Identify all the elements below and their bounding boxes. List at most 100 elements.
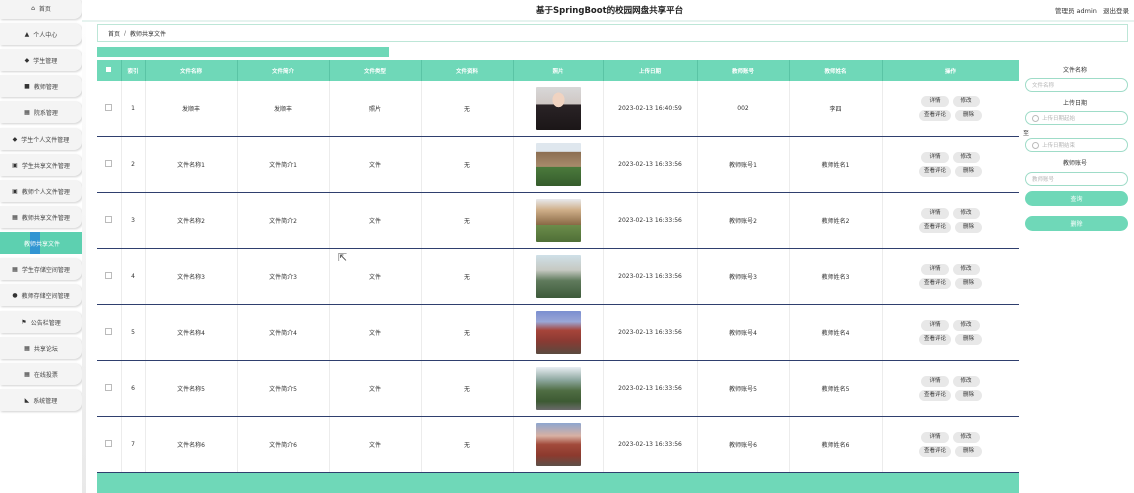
column-header: 上传日期 — [603, 60, 698, 81]
view-comments-button[interactable]: 查看评论 — [918, 110, 951, 121]
row-checkbox[interactable] — [97, 248, 122, 305]
detail-button[interactable]: 详情 — [921, 320, 949, 331]
delete-row-button[interactable]: 删除 — [955, 390, 983, 401]
action-group: 详情 修改 查看评论 删除 — [883, 208, 1019, 233]
account-input[interactable]: 教师账号 — [1025, 172, 1128, 186]
detail-button[interactable]: 详情 — [921, 432, 949, 443]
sidebar-item[interactable]: ■ 教师管理 — [0, 75, 82, 97]
view-comments-button[interactable]: 查看评论 — [918, 278, 951, 289]
sidebar-item[interactable]: ◣ 系统管理 — [0, 389, 82, 411]
delete-row-button[interactable]: 删除 — [955, 222, 983, 233]
sidebar-item[interactable]: ▦ 学生存储空间管理 — [0, 258, 82, 280]
cell-index: 7 — [121, 416, 146, 473]
query-button[interactable]: 查询 — [1025, 191, 1128, 206]
cell-file-material: 无 — [421, 136, 514, 193]
view-comments-button[interactable]: 查看评论 — [918, 222, 951, 233]
detail-button[interactable]: 详情 — [921, 208, 949, 219]
cell-file-intro: 文件简介2 — [237, 192, 330, 249]
action-group: 详情 修改 查看评论 删除 — [883, 320, 1019, 345]
table-row: 4 文件名称3 文件简介3 文件无 2023-02-13 16:33:56 教师账号3 教师… — [97, 248, 1019, 305]
photo-thumbnail[interactable] — [535, 367, 581, 410]
sidebar-item-label: 在线投票 — [33, 371, 58, 379]
edit-button[interactable]: 修改 — [952, 320, 980, 331]
date-end-input[interactable]: 上传日期结束 — [1025, 138, 1128, 152]
sidebar-item[interactable]: ▦ 院系管理 — [0, 101, 82, 123]
sidebar-item[interactable]: ▣ 学生共享文件管理 — [0, 154, 82, 176]
cell-file-material: 无 — [421, 304, 514, 361]
cell-file-name: 文件名称4 — [145, 304, 238, 361]
photo-thumbnail[interactable] — [535, 199, 581, 242]
delete-row-button[interactable]: 删除 — [955, 166, 983, 177]
cell-teacher-name: 教师姓名2 — [789, 192, 883, 249]
row-checkbox[interactable] — [97, 304, 122, 361]
edit-button[interactable]: 修改 — [952, 264, 980, 275]
edit-button[interactable]: 修改 — [952, 208, 980, 219]
edit-button[interactable]: 修改 — [952, 376, 980, 387]
sidebar: ⌂ 首页 ▲ 个人中心 ◆ 学生管理 ■ 教师管理 ▦ 院系管理 ◆ 学生个人文件管理 ▣ 学生共享文件管… — [0, 0, 84, 493]
sidebar-item[interactable]: ⌂ 首页 — [0, 0, 82, 19]
edit-button[interactable]: 修改 — [952, 432, 980, 443]
view-comments-button[interactable]: 查看评论 — [918, 166, 951, 177]
table-header-row: 索引 文件名称 文件简介 文件类型 文件资料 照片 上传日期 教师账号 教师姓名 操作 — [97, 60, 1019, 81]
detail-button[interactable]: 详情 — [921, 264, 949, 275]
sidebar-item[interactable]: 教师共享文件 — [0, 232, 84, 254]
edit-button[interactable]: 修改 — [952, 152, 980, 163]
date-start-input[interactable]: 上传日期起始 — [1025, 111, 1128, 125]
photo-thumbnail[interactable] — [535, 423, 581, 466]
checkbox-icon — [105, 328, 113, 335]
row-checkbox[interactable] — [97, 416, 122, 473]
delete-button[interactable]: 删除 — [1025, 216, 1128, 231]
sidebar-item[interactable]: ▣ 教师个人文件管理 — [0, 180, 82, 202]
photo-thumbnail[interactable] — [535, 143, 581, 186]
view-comments-button[interactable]: 查看评论 — [918, 446, 951, 457]
action-row: 查看评论 删除 — [918, 110, 983, 121]
cell-file-name: 文件名称3 — [145, 248, 238, 305]
photo-thumbnail[interactable] — [535, 87, 581, 130]
cell-teacher-account: 教师账号2 — [697, 192, 790, 249]
sidebar-item[interactable]: ▦ 在线投票 — [0, 363, 82, 385]
date-end-placeholder: 上传日期结束 — [1042, 143, 1076, 149]
sidebar-item-label: 学生个人文件管理 — [21, 136, 70, 144]
sidebar-item[interactable]: ◆ 学生个人文件管理 — [0, 128, 82, 150]
select-all-checkbox[interactable] — [97, 60, 122, 81]
table-body: 1 发顺丰 发顺丰 照片无 2023-02-13 16:40:59 002 李四 详情 修改 查看… — [97, 81, 1019, 473]
sidebar-item[interactable]: ▦ 共享论坛 — [0, 337, 82, 359]
photo-thumbnail[interactable] — [535, 255, 581, 298]
cell-actions: 详情 修改 查看评论 删除 — [882, 416, 1019, 473]
delete-row-button[interactable]: 删除 — [955, 334, 983, 345]
sidebar-item-label: 公告栏管理 — [30, 319, 61, 327]
cell-upload-date: 2023-02-13 16:33:56 — [603, 248, 698, 305]
delete-row-button[interactable]: 删除 — [955, 110, 983, 121]
action-row: 查看评论 删除 — [918, 278, 983, 289]
sidebar-item[interactable]: ● 教师存储空间管理 — [0, 284, 82, 306]
sidebar-item[interactable]: ▦ 教师共享文件管理 — [0, 206, 82, 228]
edit-button[interactable]: 修改 — [952, 96, 980, 107]
row-checkbox[interactable] — [97, 81, 122, 137]
grid-icon: ▦ — [12, 265, 18, 273]
sidebar-item-label: 首页 — [38, 5, 51, 13]
file-name-input[interactable]: 文件名称 — [1025, 78, 1128, 92]
photo-thumbnail[interactable] — [535, 311, 581, 354]
row-checkbox[interactable] — [97, 136, 122, 193]
breadcrumb-home[interactable]: 首页 — [108, 29, 120, 38]
row-checkbox[interactable] — [97, 192, 122, 249]
cell-photo — [513, 248, 604, 305]
cell-teacher-account: 教师账号4 — [697, 304, 790, 361]
breadcrumb-current: 教师共享文件 — [130, 30, 167, 38]
cell-index: 4 — [121, 248, 146, 305]
logout-link[interactable]: 退出登录 — [1103, 7, 1129, 15]
delete-row-button[interactable]: 删除 — [955, 278, 983, 289]
view-comments-button[interactable]: 查看评论 — [918, 390, 951, 401]
cell-file-material: 无 — [421, 81, 514, 137]
sidebar-item[interactable]: ▲ 个人中心 — [0, 23, 82, 45]
row-checkbox[interactable] — [97, 360, 122, 417]
detail-button[interactable]: 详情 — [921, 376, 949, 387]
view-comments-button[interactable]: 查看评论 — [918, 334, 951, 345]
delete-row-button[interactable]: 删除 — [955, 446, 983, 457]
sidebar-item[interactable]: ⚑ 公告栏管理 — [0, 311, 82, 333]
detail-button[interactable]: 详情 — [921, 152, 949, 163]
detail-button[interactable]: 详情 — [921, 96, 949, 107]
cell-teacher-name: 李四 — [789, 81, 883, 137]
sidebar-item[interactable]: ◆ 学生管理 — [0, 49, 82, 71]
tab-strip — [97, 47, 389, 57]
